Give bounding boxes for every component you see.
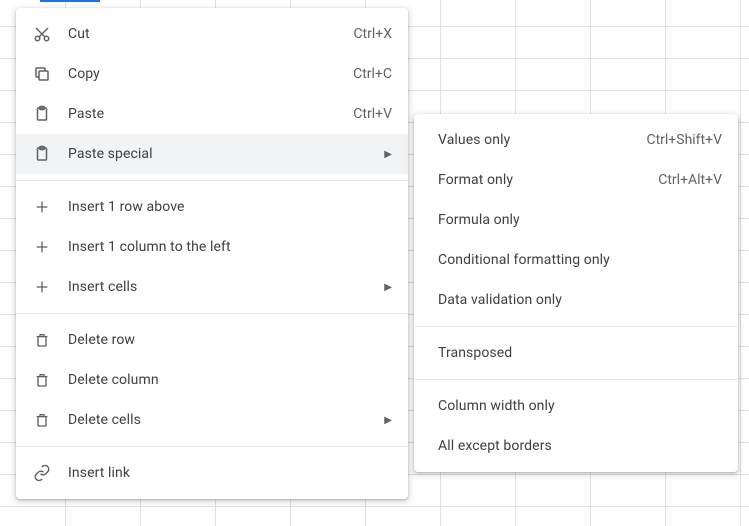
menu-item-label: Cut	[68, 26, 337, 42]
submenu-item-format-only[interactable]: Format only Ctrl+Alt+V	[414, 160, 738, 200]
menu-item-label: Delete row	[68, 332, 392, 348]
menu-item-label: Transposed	[438, 345, 722, 361]
menu-item-label: Paste	[68, 106, 337, 122]
menu-item-label: Formula only	[438, 212, 722, 228]
menu-separator	[414, 326, 738, 327]
plus-icon	[32, 277, 52, 297]
menu-item-label: Insert cells	[68, 279, 370, 295]
copy-icon	[32, 64, 52, 84]
submenu-arrow-icon: ▶	[382, 282, 392, 293]
menu-item-label: Delete column	[68, 372, 392, 388]
paste-icon	[32, 144, 52, 164]
menu-item-paste-special[interactable]: Paste special ▶	[16, 134, 408, 174]
submenu-item-formula-only[interactable]: Formula only	[414, 200, 738, 240]
submenu-item-transposed[interactable]: Transposed	[414, 333, 738, 373]
link-icon	[32, 463, 52, 483]
menu-item-label: Format only	[438, 172, 642, 188]
menu-item-label: Insert 1 row above	[68, 199, 392, 215]
submenu-item-conditional-formatting-only[interactable]: Conditional formatting only	[414, 240, 738, 280]
paste-icon	[32, 104, 52, 124]
menu-item-insert-cells[interactable]: Insert cells ▶	[16, 267, 408, 307]
menu-item-shortcut: Ctrl+Alt+V	[658, 172, 722, 188]
menu-item-label: Paste special	[68, 146, 370, 162]
submenu-item-data-validation-only[interactable]: Data validation only	[414, 280, 738, 320]
plus-icon	[32, 237, 52, 257]
cut-icon	[32, 24, 52, 44]
menu-item-insert-column-left[interactable]: Insert 1 column to the left	[16, 227, 408, 267]
menu-item-insert-link[interactable]: Insert link	[16, 453, 408, 493]
menu-separator	[16, 180, 408, 181]
menu-separator	[16, 446, 408, 447]
paste-special-submenu: Values only Ctrl+Shift+V Format only Ctr…	[414, 114, 738, 472]
menu-item-delete-row[interactable]: Delete row	[16, 320, 408, 360]
menu-item-label: All except borders	[438, 438, 722, 454]
plus-icon	[32, 197, 52, 217]
menu-separator	[414, 379, 738, 380]
menu-item-label: Insert 1 column to the left	[68, 239, 392, 255]
menu-item-delete-column[interactable]: Delete column	[16, 360, 408, 400]
menu-item-shortcut: Ctrl+C	[353, 66, 392, 82]
menu-item-label: Delete cells	[68, 412, 370, 428]
selected-cell-indicator	[40, 0, 100, 2]
submenu-item-all-except-borders[interactable]: All except borders	[414, 426, 738, 466]
submenu-item-values-only[interactable]: Values only Ctrl+Shift+V	[414, 120, 738, 160]
trash-icon	[32, 370, 52, 390]
menu-item-label: Copy	[68, 66, 337, 82]
submenu-item-column-width-only[interactable]: Column width only	[414, 386, 738, 426]
menu-item-label: Conditional formatting only	[438, 252, 722, 268]
menu-item-paste[interactable]: Paste Ctrl+V	[16, 94, 408, 134]
menu-separator	[16, 313, 408, 314]
submenu-arrow-icon: ▶	[382, 415, 392, 426]
menu-item-label: Insert link	[68, 465, 392, 481]
menu-item-label: Values only	[438, 132, 630, 148]
menu-item-cut[interactable]: Cut Ctrl+X	[16, 14, 408, 54]
context-menu: Cut Ctrl+X Copy Ctrl+C Paste Ctrl+V	[16, 8, 408, 499]
menu-item-label: Data validation only	[438, 292, 722, 308]
menu-item-delete-cells[interactable]: Delete cells ▶	[16, 400, 408, 440]
menu-item-copy[interactable]: Copy Ctrl+C	[16, 54, 408, 94]
submenu-arrow-icon: ▶	[382, 149, 392, 160]
menu-item-label: Column width only	[438, 398, 722, 414]
menu-item-insert-row-above[interactable]: Insert 1 row above	[16, 187, 408, 227]
menu-item-shortcut: Ctrl+V	[353, 106, 392, 122]
trash-icon	[32, 410, 52, 430]
trash-icon	[32, 330, 52, 350]
menu-item-shortcut: Ctrl+X	[353, 26, 392, 42]
menu-item-shortcut: Ctrl+Shift+V	[646, 132, 722, 148]
